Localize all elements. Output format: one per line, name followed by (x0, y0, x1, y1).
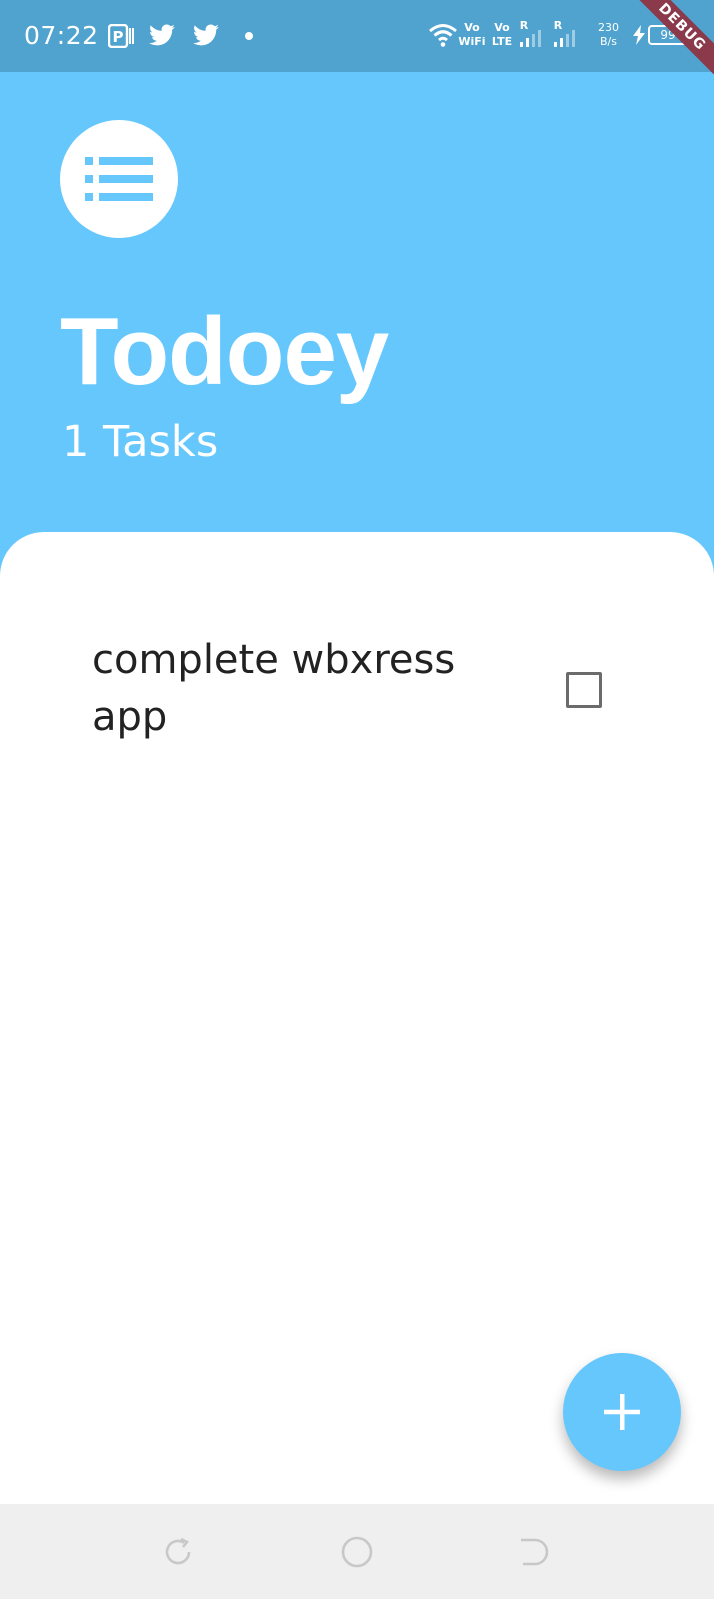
status-bar: 07:22 P Vo WiFi Vo LTE R R 230 B/s 99 (0, 0, 714, 72)
list-icon (85, 157, 153, 201)
status-time: 07:22 (24, 21, 99, 50)
twitter-icon (192, 24, 220, 48)
home-button[interactable] (339, 1534, 375, 1570)
dot-icon (244, 31, 254, 41)
signal-icon (552, 28, 582, 48)
app-logo (60, 120, 178, 238)
twitter-icon (148, 24, 176, 48)
task-title: complete wbxress app (92, 637, 456, 740)
navigation-bar (0, 1504, 714, 1599)
signal-icon (518, 28, 548, 48)
network-speed: 230 B/s (598, 21, 619, 48)
recent-apps-button[interactable] (160, 1534, 196, 1570)
charging-icon (632, 25, 646, 45)
volte-label-bottom: LTE (491, 35, 513, 48)
back-icon (521, 1538, 549, 1566)
plus-icon (604, 1394, 640, 1430)
task-checkbox[interactable] (566, 672, 602, 708)
app-title: Todoey (60, 298, 389, 405)
vowifi-label-top: Vo (464, 21, 480, 34)
recent-apps-icon (165, 1537, 191, 1565)
vowifi-label-bottom: WiFi (458, 35, 486, 48)
task-count: 1 Tasks (62, 417, 219, 467)
home-icon (341, 1536, 373, 1568)
parking-icon: P (108, 24, 134, 48)
wifi-icon (428, 22, 458, 48)
back-button[interactable] (516, 1534, 552, 1570)
list-item[interactable]: complete wbxress app (92, 632, 652, 752)
volte-label-top: Vo (494, 21, 510, 34)
svg-text:P: P (113, 28, 124, 46)
add-task-button[interactable] (563, 1353, 681, 1471)
